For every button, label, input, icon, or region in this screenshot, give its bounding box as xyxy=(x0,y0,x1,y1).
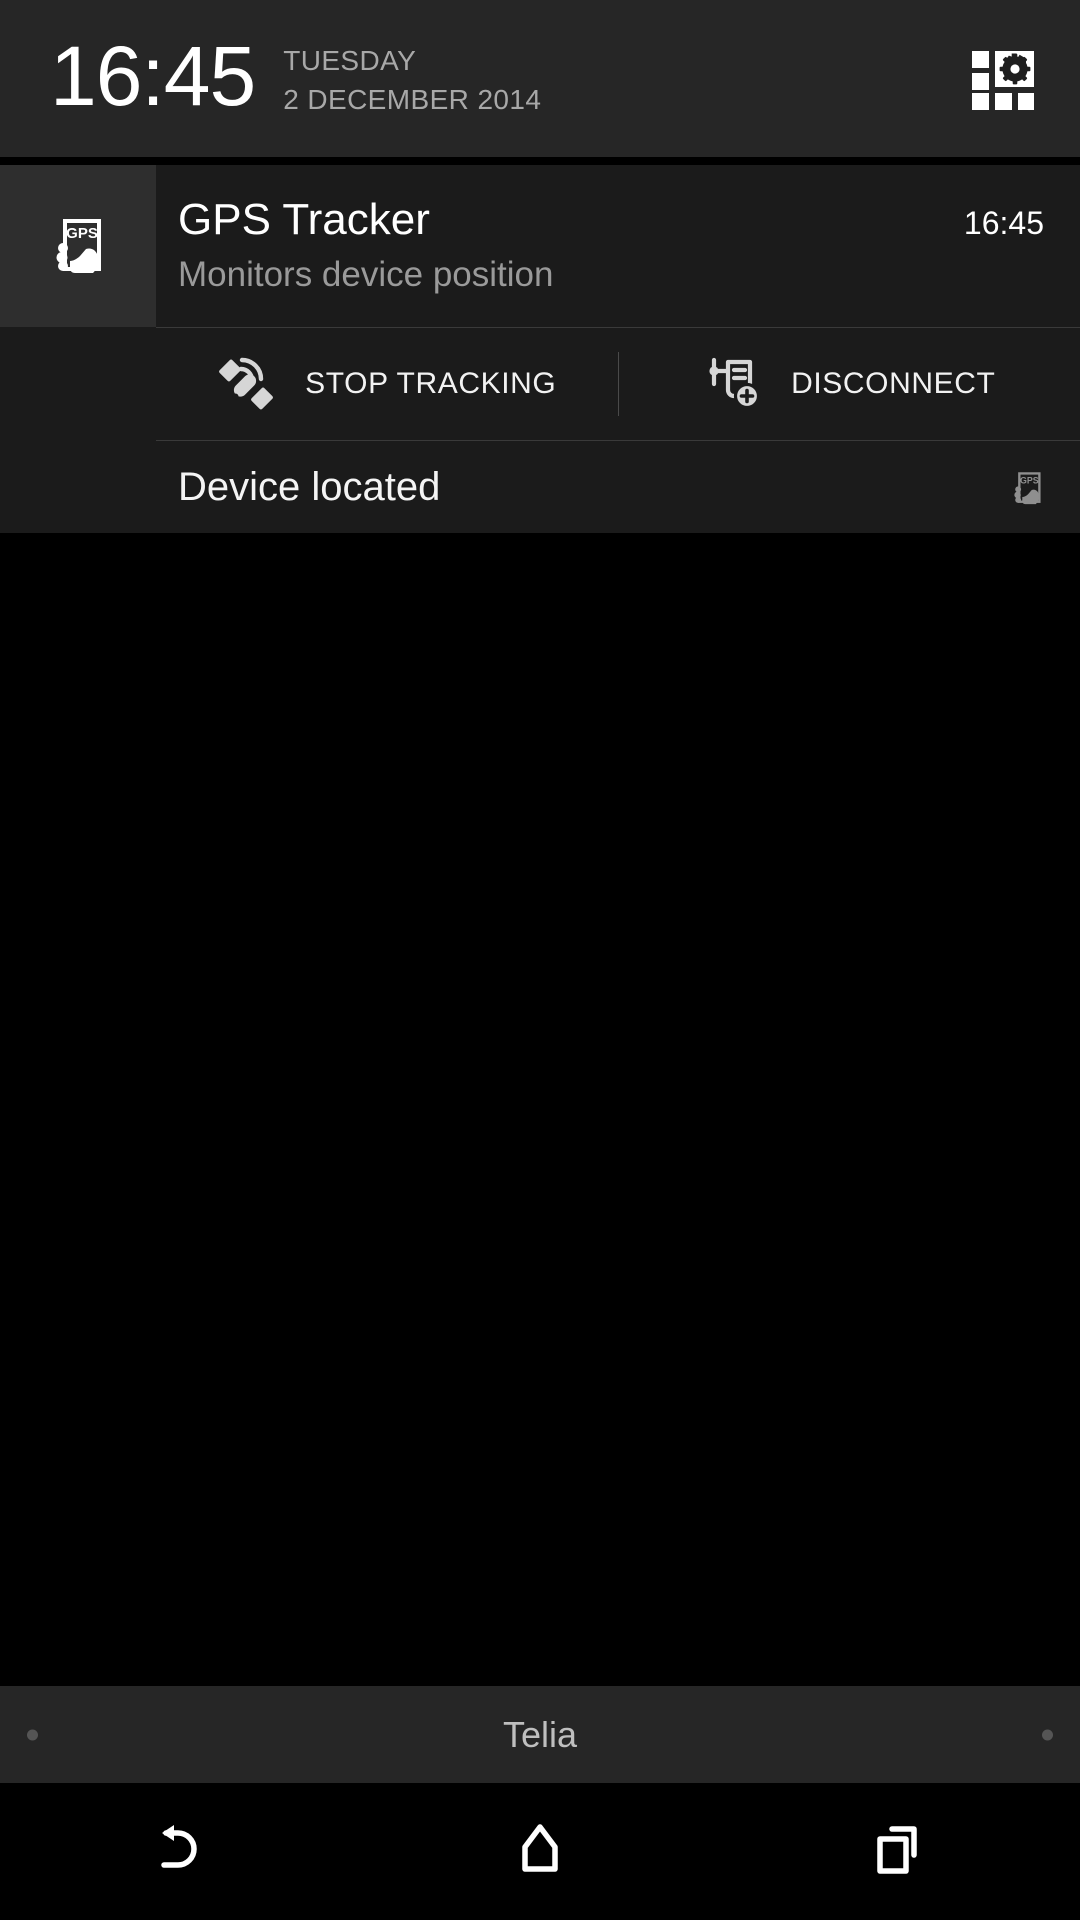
notification-action-row: STOP TRACKING DISCONNECT xyxy=(156,328,1080,440)
notification-shade-screen: 16:45 TUESDAY 2 DECEMBER 2014 GPS GPS Tr… xyxy=(0,0,1080,1920)
quick-settings-button[interactable] xyxy=(964,41,1035,116)
recent-apps-icon xyxy=(868,1817,932,1886)
drag-handle-dot-icon xyxy=(1042,1729,1053,1740)
notification-body[interactable]: GPS Tracker 16:45 Monitors device positi… xyxy=(156,165,1080,327)
notification-gps-tracker[interactable]: GPS GPS Tracker 16:45 Monitors device po… xyxy=(0,165,1080,533)
notification-title: GPS Tracker xyxy=(178,195,430,244)
notification-status-row[interactable]: Device located GPS xyxy=(156,440,1080,533)
notification-main-row[interactable]: GPS GPS Tracker 16:45 Monitors device po… xyxy=(0,165,1080,327)
satellite-icon xyxy=(217,353,279,415)
quick-settings-grid-gear-icon xyxy=(964,41,1035,116)
navigation-bar xyxy=(0,1783,1080,1920)
gps-hand-phone-icon: GPS xyxy=(1004,464,1050,510)
nav-home-button[interactable] xyxy=(360,1783,720,1920)
nav-recent-apps-button[interactable] xyxy=(720,1783,1080,1920)
drag-handle-dot-icon xyxy=(27,1729,38,1740)
stop-tracking-label: STOP TRACKING xyxy=(305,367,557,400)
gps-hand-phone-icon: GPS xyxy=(39,205,117,288)
header-separator xyxy=(0,157,1080,165)
carrier-bar[interactable]: Telia xyxy=(0,1686,1080,1783)
nav-back-button[interactable] xyxy=(0,1783,360,1920)
notification-icon-column[interactable]: GPS xyxy=(0,165,156,327)
shade-empty-area xyxy=(0,533,1080,1686)
stop-tracking-button[interactable]: STOP TRACKING xyxy=(156,328,618,440)
clock-weekday: TUESDAY xyxy=(283,44,417,76)
clock-time: 16:45 xyxy=(50,28,256,123)
clock-date-text: 2 DECEMBER 2014 xyxy=(283,83,542,115)
notification-subtitle: Monitors device position xyxy=(178,255,554,294)
svg-text:GPS: GPS xyxy=(1020,475,1039,485)
device-connect-plus-icon xyxy=(703,353,765,415)
disconnect-label: DISCONNECT xyxy=(791,367,996,400)
clock-date: TUESDAY 2 DECEMBER 2014 xyxy=(283,41,541,119)
back-arrow-icon xyxy=(148,1817,212,1886)
carrier-name: Telia xyxy=(502,1713,578,1755)
notification-status-text: Device located xyxy=(178,465,441,509)
shade-header: 16:45 TUESDAY 2 DECEMBER 2014 xyxy=(0,0,1080,157)
notification-title-row: GPS Tracker 16:45 xyxy=(178,195,1044,245)
disconnect-button[interactable]: DISCONNECT xyxy=(619,328,1080,440)
clock-block[interactable]: 16:45 TUESDAY 2 DECEMBER 2014 xyxy=(50,34,541,119)
home-icon xyxy=(508,1817,572,1886)
svg-text:GPS: GPS xyxy=(66,225,98,242)
notification-time: 16:45 xyxy=(963,205,1044,241)
